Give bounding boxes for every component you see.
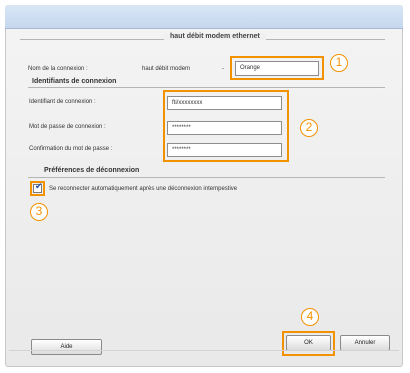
callout-highlight-3	[30, 181, 45, 196]
ok-button[interactable]: OK	[286, 335, 331, 351]
callout-badge-4: 4	[301, 308, 319, 326]
bottom-border	[9, 350, 399, 351]
connection-group-title: haut débit modem ethernet	[164, 33, 266, 40]
callout-highlight-2	[163, 90, 289, 162]
connection-name-dash: -	[222, 66, 224, 72]
callout-badge-1: 1	[330, 54, 348, 72]
callout-badge-2: 2	[300, 119, 318, 137]
callout-badge-3: 3	[30, 203, 48, 221]
disconnection-section-title: Préférences de déconnexion	[44, 167, 140, 174]
password-label: Mot de passe de connexion :	[29, 124, 106, 130]
connection-type-text: haut débit modem	[142, 66, 191, 72]
connection-name-label: Nom de la connexion :	[28, 66, 88, 72]
help-button[interactable]: Aide	[31, 339, 102, 355]
identifiers-section-divider	[28, 87, 385, 88]
login-label: Identifiant de connexion :	[29, 99, 96, 105]
password-confirm-label: Confirmation du mot de passe :	[29, 146, 113, 152]
reconnect-label: Se reconnecter automatiquement après une…	[49, 186, 238, 192]
title-bar	[5, 5, 403, 29]
disconnection-section-divider	[28, 177, 385, 178]
identifiers-section-title: Identifiants de connexion	[32, 78, 117, 85]
cancel-button[interactable]: Annuler	[340, 335, 390, 351]
callout-highlight-1	[230, 56, 324, 80]
